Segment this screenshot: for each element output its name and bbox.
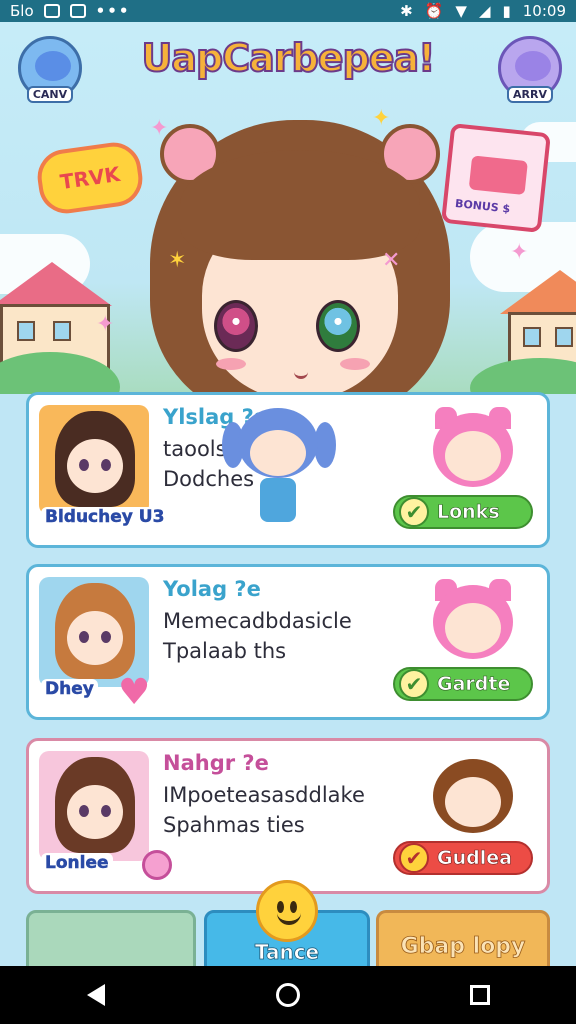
nav-middle-label: Tance xyxy=(254,940,320,965)
avatar xyxy=(39,751,149,861)
card-line: Spahmas ties xyxy=(163,813,305,837)
signal-icon: ◢ xyxy=(478,2,491,20)
pink-dot-icon xyxy=(142,850,172,880)
more-notifications: ••• xyxy=(95,2,131,20)
alarm-icon: ⏰ xyxy=(424,2,444,20)
back-button[interactable] xyxy=(76,975,116,1015)
avatar-name: Dhey xyxy=(41,679,98,699)
accept-button-label: Lonks xyxy=(437,501,500,524)
side-character xyxy=(423,407,523,493)
card-line: taools xyxy=(163,437,227,461)
side-character xyxy=(423,753,523,839)
avatar xyxy=(39,577,149,687)
quest-card-3[interactable]: Lonlee Nahgr ?e IMpoeteasasddlake Spahma… xyxy=(26,738,550,894)
app-title: UapCarbepea! xyxy=(141,35,437,81)
accept-button[interactable]: ✔ Lonks xyxy=(393,495,533,529)
avatar-name: Lonlee xyxy=(41,853,113,873)
system-nav-bar xyxy=(0,966,576,1024)
check-icon: ✔ xyxy=(399,669,429,699)
home-icon xyxy=(276,983,300,1007)
card-title: Yolag ?e xyxy=(163,577,261,601)
left-eye xyxy=(214,300,258,352)
check-icon: ✔ xyxy=(399,497,429,527)
side-character xyxy=(423,579,523,665)
check-icon: ✔ xyxy=(399,843,429,873)
decline-button-label: Gudlea xyxy=(437,847,513,870)
talk-badge-label: TRVK xyxy=(58,161,122,195)
quest-card-2[interactable]: Dhey Yolag ?e Memecadbdasicle Tpalaab th… xyxy=(26,564,550,720)
basket-icon xyxy=(468,155,528,196)
ghost-icon xyxy=(515,51,551,81)
heart-icon: ♥ xyxy=(118,672,151,713)
wifi-icon: ▼ xyxy=(455,2,467,20)
card-title: Nahgr ?e xyxy=(163,751,269,775)
blue-hair-character xyxy=(222,408,336,548)
nav-tab-left[interactable] xyxy=(26,910,196,972)
recents-icon xyxy=(470,985,490,1005)
battery-icon: ▮ xyxy=(502,2,511,20)
clock: 10:09 xyxy=(522,2,566,20)
decline-button[interactable]: ✔ Gudlea xyxy=(393,841,533,875)
back-icon xyxy=(87,984,105,1006)
left-corner-button[interactable]: CANV xyxy=(18,36,82,103)
card-line: Tpalaab ths xyxy=(163,639,287,663)
avatar-name: Blduchey U3 xyxy=(41,507,169,527)
right-corner-label: ARRV xyxy=(507,86,553,103)
nav-right-label: Gbap lopy xyxy=(400,934,526,960)
right-eye xyxy=(316,300,360,352)
avatar xyxy=(39,405,149,515)
app-icon xyxy=(69,4,86,18)
accept-button[interactable]: ✔ Gardte xyxy=(393,667,533,701)
right-corner-button[interactable]: ARRV xyxy=(498,36,562,103)
card-line: Memecadbdasicle xyxy=(163,609,352,633)
bluetooth-icon: ✱ xyxy=(400,2,413,20)
shop-sign-button[interactable]: BONUS $ xyxy=(441,123,551,233)
x-hairclip-icon: ✕ xyxy=(382,248,401,273)
shop-sign-label: BONUS $ xyxy=(454,196,511,216)
home-button[interactable] xyxy=(268,975,308,1015)
recents-button[interactable] xyxy=(460,975,500,1015)
accept-button-label: Gardte xyxy=(437,673,511,696)
star-hairclip-icon: ✶ xyxy=(168,248,187,273)
status-text: Бlo xyxy=(10,2,34,20)
smiley-icon[interactable] xyxy=(256,880,318,942)
left-corner-label: CANV xyxy=(26,86,74,103)
image-icon xyxy=(43,4,60,18)
card-line: IMpoeteasasddlake xyxy=(163,783,365,807)
mascot-icon xyxy=(35,51,71,81)
main-character[interactable]: ✶ ✕ xyxy=(150,120,450,420)
status-bar: Бlo ••• ✱ ⏰ ▼ ◢ ▮ 10:09 xyxy=(0,0,576,22)
